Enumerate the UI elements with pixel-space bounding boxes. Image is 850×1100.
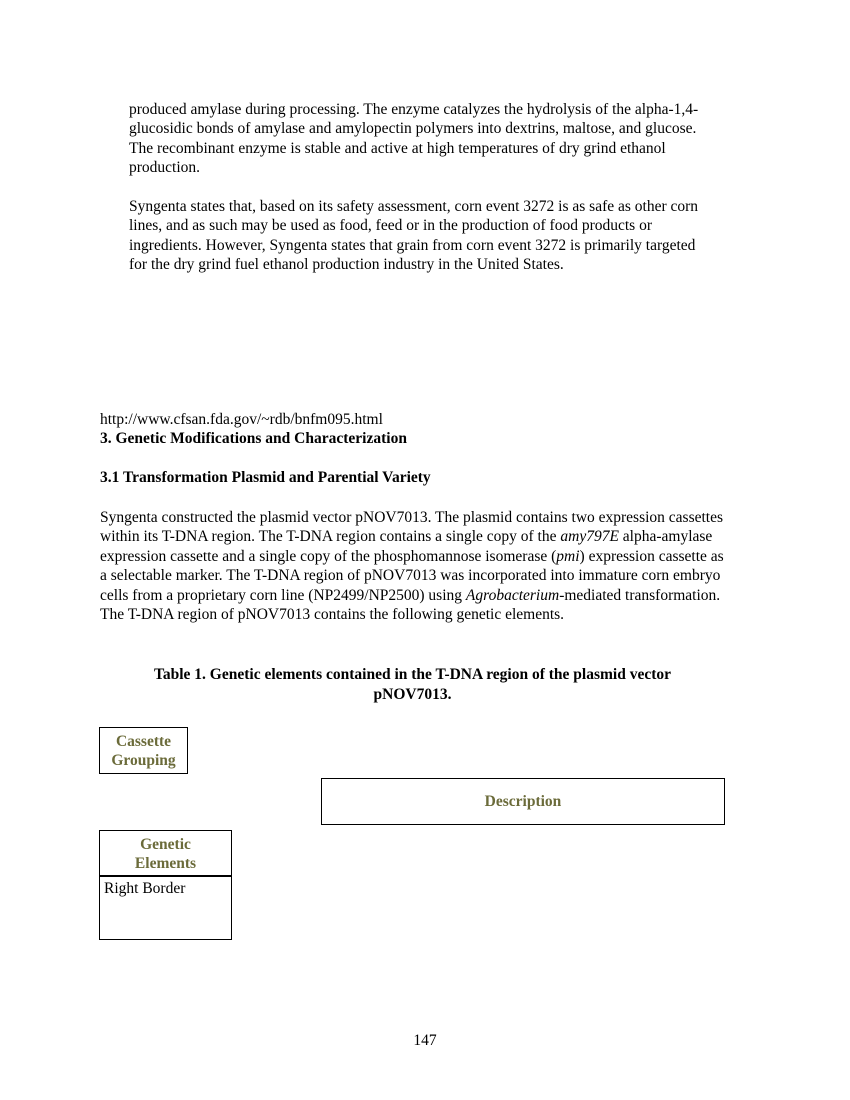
page-number: 147 (413, 1032, 437, 1049)
table-caption-line-1: Table 1. Genetic elements contained in t… (153, 666, 672, 683)
intro-paragraph-1: produced amylase during processing. The … (129, 101, 699, 177)
row-element-right-border: Right Border (104, 880, 186, 897)
cassette-grouping-header-cell: Cassette Grouping (99, 727, 188, 774)
section-heading: 3. Genetic Modifications and Characteriz… (100, 430, 407, 447)
gene-pmi: pmi (556, 547, 580, 565)
cassette-header-line-1: Cassette (115, 733, 172, 750)
description-header-cell: Description (321, 778, 725, 825)
genetic-header-line-1: Genetic (140, 836, 191, 853)
genetic-header-line-2: Elements (134, 855, 197, 872)
genetic-elements-header-cell: Genetic Elements (99, 830, 232, 877)
right-border-cell: Right Border (99, 876, 232, 940)
subsection-heading: 3.1 Transformation Plasmid and Parential… (100, 469, 431, 486)
organism-agrobacterium: Agrobacterium (465, 586, 560, 604)
cassette-header-line-2: Grouping (111, 752, 176, 769)
intro-paragraph-2: Syngenta states that, based on its safet… (129, 198, 699, 274)
description-header: Description (484, 793, 562, 810)
table-caption-line-2: pNOV7013. (373, 686, 452, 703)
gene-amy797e: amy797E (560, 528, 619, 546)
source-url: http://www.cfsan.fda.gov/~rdb/bnfm095.ht… (100, 411, 383, 428)
section-body-paragraph: Syngenta constructed the plasmid vector … (100, 508, 725, 624)
